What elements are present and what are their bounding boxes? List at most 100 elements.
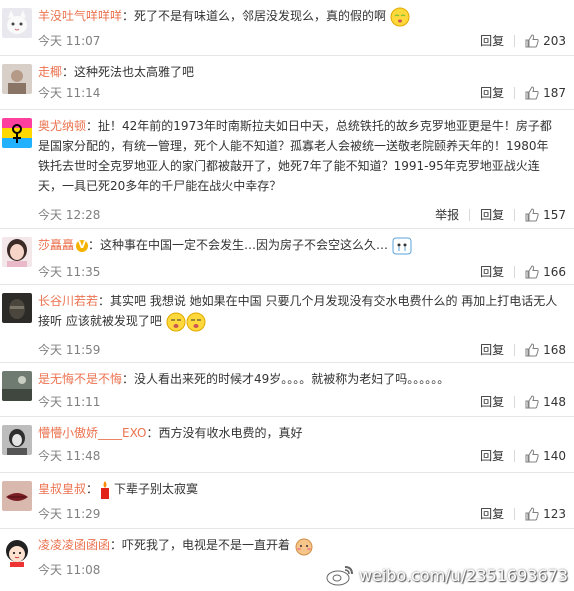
like-count: 203 — [543, 33, 566, 48]
comment-author[interactable]: 奥尤纳顿 — [38, 119, 86, 133]
crying-box-icon — [392, 236, 412, 256]
comment-text: 羊没吐气咩咩咩：死了不是有味道么，邻居没发现么，真的假的啊 — [38, 6, 560, 27]
comment-time: 今天 11:11 — [38, 395, 101, 409]
comment-text: 凌凌凌函函函：吓死我了，电视是不是一直开着 — [38, 535, 560, 556]
like-count: 166 — [543, 264, 566, 279]
comment-body: 死了不是有味道么，邻居没发现么，真的假的啊 — [134, 9, 387, 23]
comment-author[interactable]: 懵懵小傲娇____EXO — [38, 426, 146, 440]
thumbs-up-icon — [525, 264, 539, 278]
thumbs-up-icon — [525, 342, 539, 356]
reply-button[interactable]: 回复 — [480, 263, 504, 280]
avatar-bw-icon[interactable] — [2, 425, 32, 455]
comment-time: 今天 11:59 — [38, 343, 101, 357]
comment-text: 懵懵小傲娇____EXO：西方没有收水电费的，真好 — [38, 426, 303, 440]
watermark-text: weibo.com/u/2351693673 — [358, 565, 568, 585]
avatar-cat-icon[interactable] — [2, 8, 32, 38]
weibo-logo-icon — [326, 566, 353, 586]
divider — [514, 86, 516, 99]
comment-item: 是无悔不是不悔：没人看出来死的时候才49岁。。。。就被称为老妇了吗。。。。。。 … — [0, 363, 574, 417]
sleepy-face-icon — [390, 7, 410, 27]
divider — [514, 208, 516, 221]
reply-button[interactable]: 回复 — [480, 393, 504, 410]
comment-time: 今天 12:28 — [38, 208, 101, 222]
comment-author[interactable]: 凌凌凌函函函 — [38, 538, 110, 552]
comment-item: 走椰：这种死法也太高雅了吧 今天 11:14 回复 187 — [0, 56, 574, 110]
comment-author[interactable]: 莎矗矗 — [38, 238, 74, 252]
like-count: 168 — [543, 342, 566, 357]
comment-author[interactable]: 是无悔不是不悔 — [38, 372, 122, 386]
comment-text: 是无悔不是不悔：没人看出来死的时候才49岁。。。。就被称为老妇了吗。。。。。。 — [38, 372, 450, 386]
like-button[interactable]: 148 — [525, 395, 566, 409]
comment-body: 没人看出来死的时候才49岁。。。。就被称为老妇了吗。。。。。。 — [134, 372, 450, 386]
like-button[interactable]: 123 — [525, 507, 566, 521]
reply-button[interactable]: 回复 — [480, 341, 504, 358]
comment-time: 今天 11:29 — [38, 507, 101, 521]
comment-actions: 回复 203 — [480, 32, 566, 49]
comment-actions: 回复 187 — [480, 84, 566, 101]
like-button[interactable]: 157 — [525, 208, 566, 222]
divider — [469, 208, 471, 221]
comment-body: 西方没有收水电费的，真好 — [158, 426, 303, 440]
comment-body: 扯！42年前的1973年时南斯拉夫如日中天，总统铁托的故乡克罗地亚更是牛！房子都… — [38, 119, 552, 193]
comment-body: 下辈子别太寂寞 — [114, 482, 199, 496]
divider — [514, 34, 516, 47]
avatar-cartoon-icon[interactable] — [2, 537, 32, 567]
thumbs-up-icon — [525, 207, 539, 221]
candle-icon — [98, 480, 112, 500]
reply-button[interactable]: 回复 — [480, 32, 504, 49]
comment-time: 今天 11:35 — [38, 265, 101, 279]
comment-author[interactable]: 长谷川若若 — [38, 294, 98, 308]
divider — [514, 343, 516, 356]
comment-body: 这种死法也太高雅了吧 — [74, 65, 195, 79]
comment-item: 懵懵小傲娇____EXO：西方没有收水电费的，真好 今天 11:48 回复 14… — [0, 417, 574, 473]
reply-button[interactable]: 回复 — [480, 505, 504, 522]
comment-author[interactable]: 皇叔皇叔 — [38, 482, 86, 496]
like-count: 187 — [543, 85, 566, 100]
reply-button[interactable]: 回复 — [480, 84, 504, 101]
like-button[interactable]: 168 — [525, 343, 566, 357]
like-button[interactable]: 203 — [525, 34, 566, 48]
verified-badge-icon: V — [76, 239, 89, 252]
comment-author[interactable]: 走椰 — [38, 65, 62, 79]
thumbs-up-icon — [525, 85, 539, 99]
report-button[interactable]: 举报 — [435, 206, 459, 223]
divider — [514, 507, 516, 520]
reply-button[interactable]: 回复 — [480, 447, 504, 464]
comment-author[interactable]: 羊没吐气咩咩咩 — [38, 9, 122, 23]
avatar-scene-icon[interactable] — [2, 371, 32, 401]
avatar-symbol-icon[interactable] — [2, 118, 32, 148]
comment-actions: 回复 148 — [480, 393, 566, 410]
divider — [514, 395, 516, 408]
reply-button[interactable]: 回复 — [480, 206, 504, 223]
shy-face-icon — [294, 536, 314, 556]
comment-item: 莎矗矗 V ：这种事在中国一定不会发生…因为房子不会空这么久… 今天 11:35 回… — [0, 229, 574, 285]
avatar-girl-icon[interactable] — [2, 237, 32, 267]
comment-body: 吓死我了，电视是不是一直开着 — [122, 538, 291, 552]
comment-item: 奥尤纳顿：扯！42年前的1973年时南斯拉夫如日中天，总统铁托的故乡克罗地亚更是… — [0, 110, 574, 229]
like-button[interactable]: 166 — [525, 265, 566, 279]
comment-time: 今天 11:14 — [38, 86, 101, 100]
like-button[interactable]: 187 — [525, 86, 566, 100]
comment-text: 莎矗矗 V ：这种事在中国一定不会发生…因为房子不会空这么久… — [38, 235, 560, 256]
comment-actions: 回复 123 — [480, 505, 566, 522]
comment-body: 其实吧 我想说 她如果在中国 只要几个月发现没有交水电费什么的 再加上打电话无人… — [38, 294, 558, 328]
comment-actions: 回复 166 — [480, 263, 566, 280]
comment-time: 今天 11:48 — [38, 449, 101, 463]
thumbs-up-icon — [525, 394, 539, 408]
comment-item: 羊没吐气咩咩咩：死了不是有味道么，邻居没发现么，真的假的啊 今天 11:07 回… — [0, 0, 574, 56]
smirk-face-icon — [166, 312, 186, 332]
smirk-face-icon — [186, 312, 206, 332]
like-count: 148 — [543, 394, 566, 409]
comment-actions: 回复 140 — [480, 447, 566, 464]
like-count: 140 — [543, 448, 566, 463]
comment-text: 奥尤纳顿：扯！42年前的1973年时南斯拉夫如日中天，总统铁托的故乡克罗地亚更是… — [38, 119, 552, 193]
avatar-lips-icon[interactable] — [2, 481, 32, 511]
comment-item: 长谷川若若：其实吧 我想说 她如果在中国 只要几个月发现没有交水电费什么的 再加… — [0, 285, 574, 363]
like-button[interactable]: 140 — [525, 449, 566, 463]
like-count: 123 — [543, 506, 566, 521]
comment-text: 长谷川若若：其实吧 我想说 她如果在中国 只要几个月发现没有交水电费什么的 再加… — [38, 291, 560, 332]
thumbs-up-icon — [525, 33, 539, 47]
avatar-dark-icon[interactable] — [2, 293, 32, 323]
comment-text: 皇叔皇叔： 下辈子别太寂寞 — [38, 479, 560, 500]
avatar-photo-icon[interactable] — [2, 64, 32, 94]
